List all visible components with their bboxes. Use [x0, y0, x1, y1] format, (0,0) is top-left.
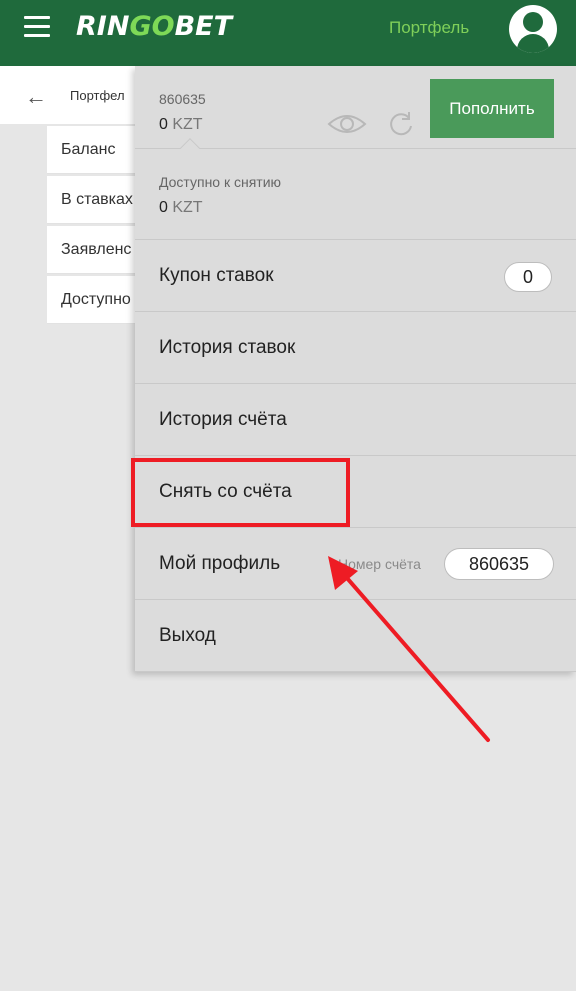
back-arrow-icon[interactable]: ←: [25, 84, 47, 110]
available-card-label: Доступно: [61, 291, 131, 308]
eye-icon[interactable]: [327, 110, 367, 138]
logo-text-3: BET: [174, 11, 233, 42]
profile-label: Мой профиль: [159, 553, 281, 574]
coupon-label: Купон ставок: [159, 265, 274, 286]
menu-item-coupon[interactable]: Купон ставок 0: [135, 240, 576, 312]
bet-history-label: История ставок: [159, 337, 296, 358]
account-dropdown: 860635 0 KZT Пополнить Доступно к снятию…: [135, 66, 576, 672]
available-amount: 0 KZT: [159, 199, 203, 217]
account-balance: 0 KZT: [159, 116, 203, 134]
logout-label: Выход: [159, 625, 216, 646]
topup-button[interactable]: Пополнить: [430, 79, 554, 138]
available-currency: KZT: [172, 199, 203, 216]
top-header: RINGOBET Портфель: [0, 0, 576, 66]
coupon-count-badge: 0: [504, 262, 552, 292]
account-history-label: История счёта: [159, 409, 287, 430]
user-icon-head: [523, 12, 543, 32]
menu-item-bet-history[interactable]: История ставок: [135, 312, 576, 384]
in-bets-card-label: В ставках: [61, 191, 133, 208]
account-number-badge: 860635: [444, 548, 554, 580]
page-title: Портфел: [70, 88, 125, 103]
balance-card-label: Баланс: [61, 141, 116, 158]
menu-icon[interactable]: [24, 16, 50, 38]
menu-item-account-history[interactable]: История счёта: [135, 384, 576, 456]
balance-currency: KZT: [172, 116, 203, 133]
menu-item-profile[interactable]: Мой профиль Номер счёта 860635: [135, 528, 576, 600]
logo-text-1: RIN: [76, 11, 130, 42]
available-label: Доступно к снятию: [159, 174, 282, 190]
declared-card-label: Заявленс: [61, 241, 132, 258]
account-number-label: Номер счёта: [338, 556, 421, 572]
logo-text-2: GO: [129, 11, 175, 42]
avatar[interactable]: [509, 5, 557, 53]
balance-value: 0: [159, 116, 168, 133]
refresh-icon[interactable]: [387, 110, 415, 138]
portfolio-link[interactable]: Портфель: [389, 18, 469, 38]
account-summary: 860635 0 KZT Пополнить Доступно к снятию…: [135, 66, 576, 240]
annotation-highlight-box: [131, 458, 350, 527]
user-icon-body: [517, 34, 549, 53]
menu-item-logout[interactable]: Выход: [135, 600, 576, 672]
available-value: 0: [159, 199, 168, 216]
caret-pointer: [180, 138, 200, 158]
divider: [135, 148, 576, 149]
account-number: 860635: [159, 91, 206, 107]
brand-logo[interactable]: RINGOBET: [76, 11, 232, 42]
